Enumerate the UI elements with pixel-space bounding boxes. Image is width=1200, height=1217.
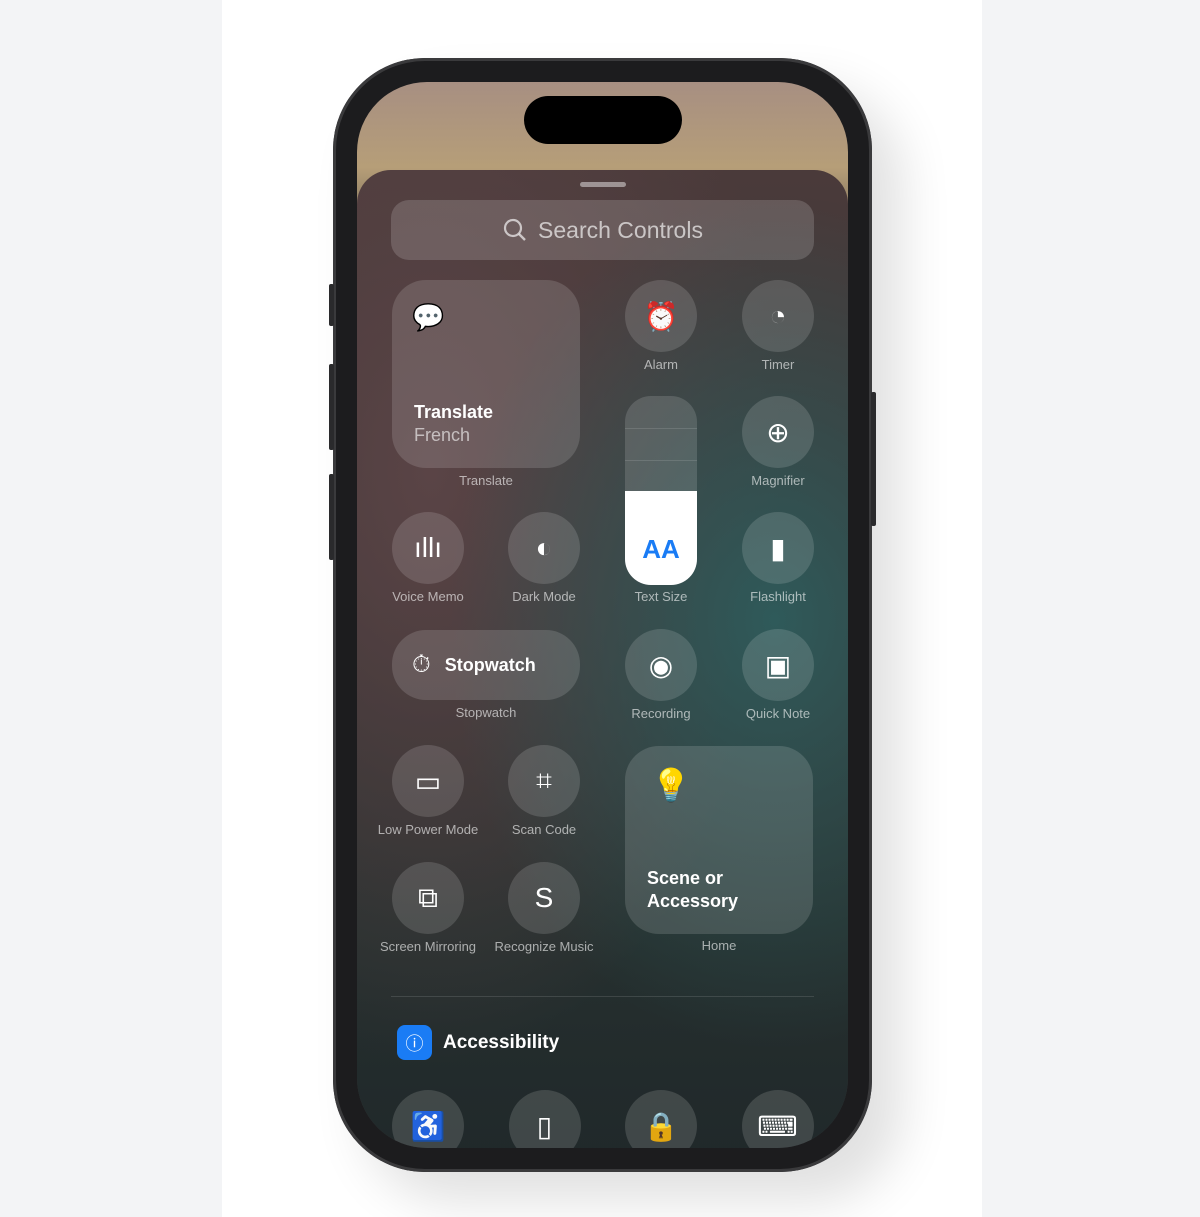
screen-mirroring-icon: ⧉ <box>418 881 438 913</box>
keyboard-icon: ⌨ <box>757 1110 798 1142</box>
control-label: Magnifier <box>751 473 805 488</box>
search-icon <box>503 218 526 241</box>
action-button <box>329 284 334 326</box>
scan-code-button[interactable]: ⌗ <box>508 745 580 817</box>
stopwatch-icon: ⏱ <box>412 651 431 678</box>
control-label: Low Power Mode <box>377 822 479 837</box>
record-icon: ◉ <box>648 649 674 681</box>
home-label: Home <box>701 938 737 953</box>
stopwatch-tile[interactable]: ⏱ Stopwatch <box>392 630 580 700</box>
magnifier-button[interactable]: ⊕ <box>742 396 814 468</box>
text-size-fill: AA <box>625 490 697 585</box>
volume-down-button <box>329 474 334 560</box>
control-label: Voice Memo <box>392 589 464 604</box>
control-label: Alarm <box>644 357 678 372</box>
translate-title: Translate <box>414 402 494 422</box>
flashlight-button[interactable]: ▮ <box>742 512 814 584</box>
dynamic-island <box>524 96 682 144</box>
shazam-icon: S <box>534 882 554 913</box>
translate-tile[interactable]: 💬 Translate French <box>392 280 580 468</box>
alarm-button[interactable]: ⏰ <box>625 280 697 352</box>
guided-access-lock-icon: 🔒 <box>643 1110 679 1142</box>
controls-gallery: Search Controls 💬 Translate French Trans… <box>357 170 848 1148</box>
home-title-line1: Scene or <box>647 868 724 888</box>
accessibility-section-icon: ⓘ <box>397 1025 432 1060</box>
accessibility-section-title: Accessibility <box>443 1032 560 1053</box>
translate-subtitle: French <box>414 425 471 445</box>
voice-memo-button[interactable]: ıllı <box>392 512 464 584</box>
control-label: Recognize Music <box>494 939 594 954</box>
battery-icon: ▭ <box>414 765 442 797</box>
grabber-handle[interactable] <box>580 182 626 187</box>
waveform-icon: ıllı <box>414 532 442 563</box>
control-label: Dark Mode <box>512 589 576 604</box>
control-label: Recording <box>631 706 691 721</box>
volume-up-button <box>329 364 334 450</box>
remote-button[interactable]: ▯ <box>508 1090 581 1148</box>
magnifier-icon: ⊕ <box>766 416 790 448</box>
control-label: Flashlight <box>750 589 806 604</box>
text-size-slider[interactable]: AA <box>625 396 697 585</box>
control-label: Scan Code <box>511 822 577 837</box>
recording-button[interactable]: ◉ <box>625 629 697 701</box>
stopwatch-label: Stopwatch <box>455 705 517 720</box>
screen-mirroring-button[interactable]: ⧉ <box>392 862 464 934</box>
quick-note-icon: ▣ <box>764 649 792 681</box>
dark-mode-button[interactable]: ◐ <box>508 512 580 584</box>
side-button <box>871 392 876 526</box>
control-label: Timer <box>761 357 795 372</box>
background-right <box>982 0 1200 1217</box>
divider <box>391 996 814 997</box>
low-power-mode-button[interactable]: ▭ <box>392 745 464 817</box>
search-input[interactable]: Search Controls <box>391 200 814 260</box>
background-left <box>0 0 222 1217</box>
quick-note-button[interactable]: ▣ <box>742 629 814 701</box>
home-tile[interactable]: 💡 Scene or Accessory <box>625 746 813 934</box>
timer-button[interactable]: ◔ <box>742 280 814 352</box>
remote-icon: ▯ <box>536 1110 553 1142</box>
translate-icon: 💬 <box>412 302 445 332</box>
control-label: Quick Note <box>745 706 811 721</box>
translate-label: Translate <box>459 473 513 488</box>
flashlight-icon: ▮ <box>770 532 786 564</box>
text-size-label: Text Size <box>634 589 688 604</box>
keyboard-button[interactable]: ⌨ <box>741 1090 814 1148</box>
phone-screen: Search Controls 💬 Translate French Trans… <box>357 82 848 1148</box>
alarm-icon: ⏰ <box>643 300 679 332</box>
accessibility-button[interactable]: ♿ <box>392 1090 464 1148</box>
text-size-icon: AA <box>642 534 680 564</box>
stopwatch-title: Stopwatch <box>444 654 536 675</box>
accessibility-icon: ♿ <box>410 1110 446 1142</box>
search-placeholder: Search Controls <box>538 216 703 243</box>
dark-mode-icon: ◐ <box>535 532 553 563</box>
qr-scan-icon: ⌗ <box>536 764 552 796</box>
home-title-line2: Accessory <box>647 891 739 911</box>
recognize-music-button[interactable]: S <box>508 862 580 934</box>
guided-access-lock-button[interactable]: 🔒 <box>625 1090 697 1148</box>
timer-icon: ◔ <box>769 300 787 331</box>
lightbulb-icon: 💡 <box>651 767 691 803</box>
control-label: Screen Mirroring <box>379 939 477 954</box>
